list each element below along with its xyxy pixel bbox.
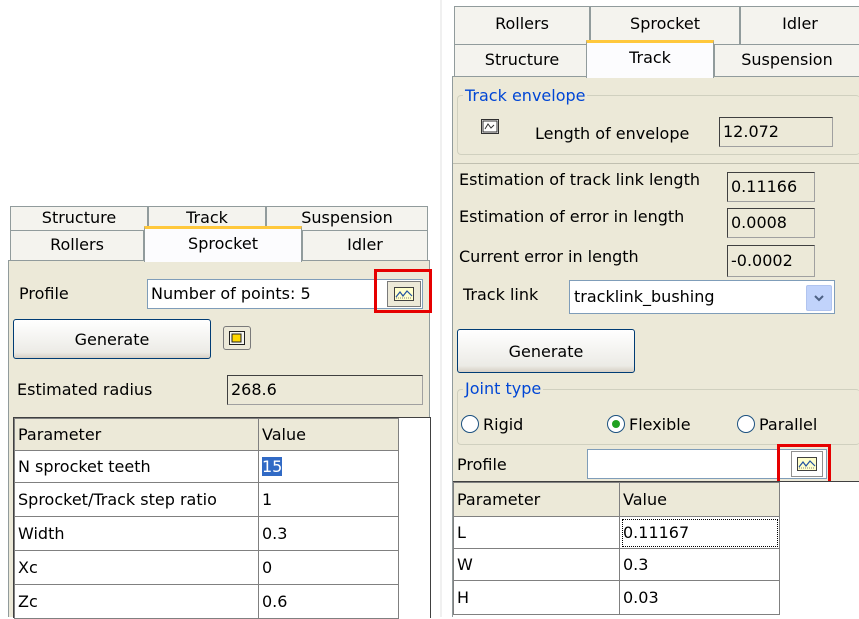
column-header-parameter[interactable]: Parameter [453, 482, 620, 517]
current-error-label: Current error in length [459, 247, 639, 266]
param-value[interactable]: 1 [258, 482, 399, 517]
param-value[interactable]: 0.3 [258, 516, 399, 551]
table-row: Zc 0.6 [14, 584, 399, 619]
window-preview-icon [229, 331, 245, 345]
length-of-envelope-value: 12.072 [719, 117, 833, 147]
radio-rigid-label[interactable]: Rigid [483, 415, 523, 434]
profile-label: Profile [457, 455, 507, 474]
estimation-link-length-label: Estimation of track link length [459, 170, 700, 189]
selected-value[interactable]: 15 [262, 457, 283, 476]
track-link-label: Track link [463, 285, 539, 304]
parameter-table: Parameter Value N sprocket teeth 15 Spro… [14, 418, 399, 619]
current-error-value: -0.0002 [727, 245, 815, 277]
table-row: Sprocket/Track step ratio 1 [14, 482, 399, 517]
table-row: Width 0.3 [14, 516, 399, 551]
param-name: Zc [14, 584, 259, 619]
track-tab-body: Track envelope Length of envelope 12.072… [452, 76, 859, 618]
curve-chart-icon [481, 119, 499, 134]
tab-suspension[interactable]: Suspension [714, 44, 859, 76]
sprocket-tab-body: Profile Number of points: 5 Generate Est… [8, 260, 432, 619]
parameter-table: Parameter Value L 0.11167 W 0.3 H 0.03 [453, 482, 780, 615]
radio-rigid[interactable] [461, 415, 479, 433]
param-value[interactable]: 0.3 [619, 548, 780, 581]
parameter-grid: Parameter Value N sprocket teeth 15 Spro… [13, 417, 431, 619]
table-row: Xc 0 [14, 550, 399, 585]
dropdown-arrow-button[interactable] [806, 285, 832, 311]
length-of-envelope-label: Length of envelope [535, 124, 690, 143]
estimated-radius-label: Estimated radius [17, 380, 153, 399]
column-header-value[interactable]: Value [619, 482, 780, 517]
table-header-row: Parameter Value [453, 482, 780, 517]
column-header-value[interactable]: Value [258, 418, 399, 451]
table-row: L 0.11167 [453, 516, 780, 549]
radio-parallel-label[interactable]: Parallel [759, 415, 817, 434]
tab-sprocket[interactable]: Sprocket [144, 226, 302, 262]
track-envelope-title: Track envelope [463, 86, 588, 105]
highlight-box [374, 269, 432, 313]
param-value[interactable]: 0.03 [619, 580, 780, 615]
panel-divider [440, 0, 442, 617]
param-name: Width [14, 516, 259, 551]
tab-track[interactable]: Track [586, 40, 714, 78]
param-name: Xc [14, 550, 259, 585]
estimation-error-value: 0.0008 [727, 208, 815, 238]
right-panel: Rollers Sprocket Idler Structure Track S… [446, 0, 859, 618]
tab-structure[interactable]: Structure [10, 206, 148, 230]
profile-label: Profile [19, 284, 69, 303]
param-name: W [453, 548, 620, 581]
param-name: Sprocket/Track step ratio [14, 482, 259, 517]
radio-flexible-label[interactable]: Flexible [629, 415, 691, 434]
table-row: W 0.3 [453, 548, 780, 581]
estimation-error-label: Estimation of error in length [459, 207, 685, 226]
table-header-row: Parameter Value [14, 418, 399, 451]
param-name: L [453, 516, 620, 549]
track-link-selected-value: tracklink_bushing [574, 287, 715, 306]
column-header-parameter[interactable]: Parameter [14, 418, 259, 451]
tab-rollers[interactable]: Rollers [454, 6, 590, 44]
joint-type-title: Joint type [463, 379, 544, 398]
separator [453, 163, 859, 164]
parameter-grid: Parameter Value L 0.11167 W 0.3 H 0.03 [453, 481, 859, 618]
generate-button[interactable]: Generate [457, 329, 635, 373]
radio-parallel[interactable] [737, 415, 755, 433]
table-row: H 0.03 [453, 580, 780, 615]
estimation-link-length-value: 0.11166 [727, 172, 815, 202]
param-value[interactable]: 0 [258, 550, 399, 585]
generate-button[interactable]: Generate [13, 319, 211, 359]
param-value[interactable]: 0.11167 [619, 516, 780, 549]
radio-selected-dot [612, 420, 620, 428]
table-row: N sprocket teeth 15 [14, 450, 399, 483]
tab-structure[interactable]: Structure [454, 44, 590, 76]
envelope-icon [481, 119, 499, 134]
estimated-radius-value: 268.6 [227, 375, 423, 405]
radio-flexible[interactable] [607, 415, 625, 433]
tab-rollers[interactable]: Rollers [10, 230, 144, 260]
param-name: N sprocket teeth [14, 450, 259, 483]
left-panel: Structure Track Suspension Rollers Sproc… [0, 196, 440, 619]
tab-idler[interactable]: Idler [740, 6, 859, 44]
chevron-down-icon [814, 295, 824, 302]
param-value[interactable]: 0.6 [258, 584, 399, 619]
track-link-select[interactable]: tracklink_bushing [569, 280, 835, 314]
param-name: H [453, 580, 620, 615]
tab-idler[interactable]: Idler [302, 230, 428, 260]
preview-button[interactable] [223, 326, 251, 350]
tab-sprocket[interactable]: Sprocket [590, 6, 740, 44]
param-value[interactable]: 15 [258, 450, 399, 483]
